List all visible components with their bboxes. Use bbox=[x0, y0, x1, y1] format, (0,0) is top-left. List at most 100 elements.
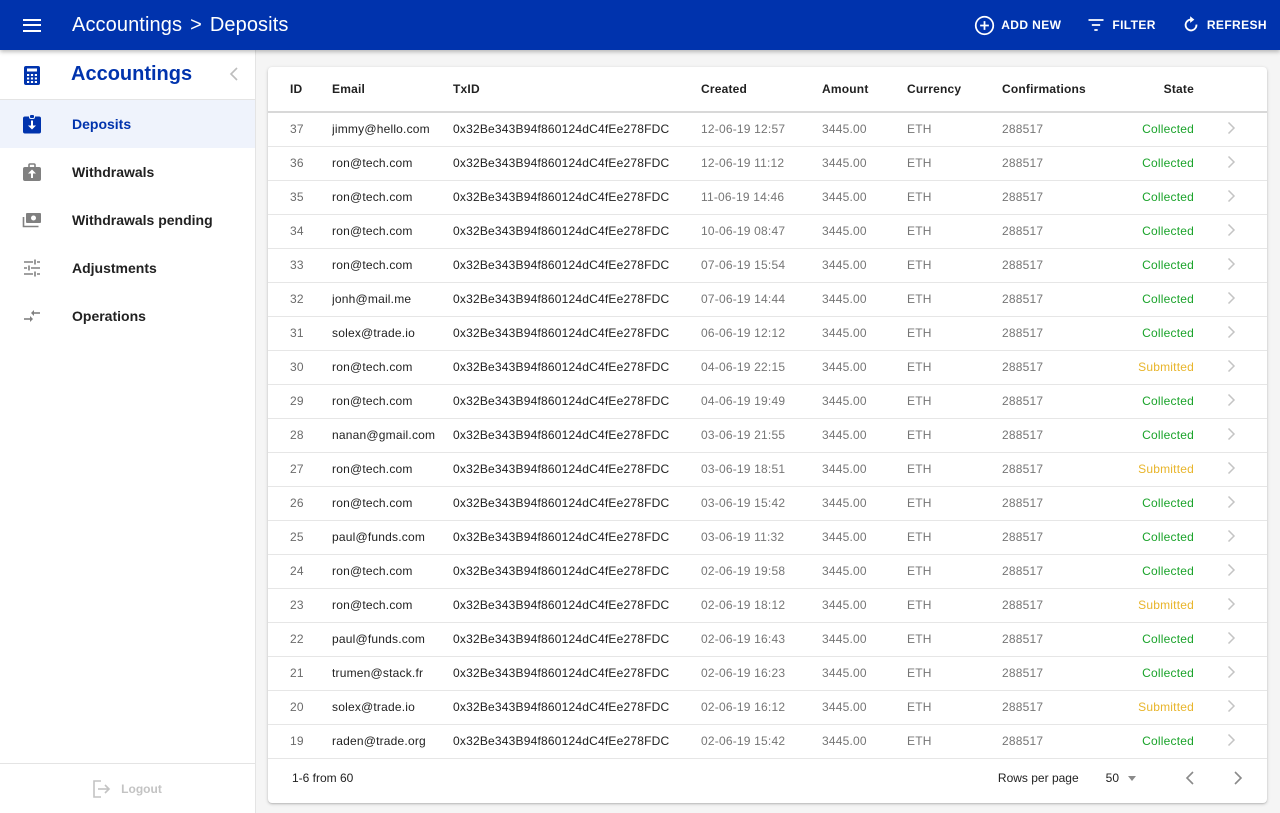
cell-confirmations: 288517 bbox=[1002, 452, 1102, 487]
refresh-button[interactable]: REFRESH bbox=[1181, 14, 1267, 36]
filter-button[interactable]: FILTER bbox=[1086, 15, 1156, 35]
table-row[interactable]: 33 ron@tech.com 0x32Be343B94f860124dC4fEe2… bbox=[268, 248, 1267, 283]
breadcrumb-accountings[interactable]: Accountings bbox=[72, 14, 182, 37]
cell-id: 36 bbox=[268, 146, 332, 181]
cell-confirmations: 288517 bbox=[1002, 316, 1102, 351]
cell-txid: 0x32Be343B94f860124dC4fEe278FDC bbox=[453, 316, 701, 351]
sidebar-item-operations[interactable]: Operations bbox=[0, 292, 255, 340]
table-row[interactable]: 22 paul@funds.com 0x32Be343B94f860124dC4fE… bbox=[268, 622, 1267, 657]
column-header-currency[interactable]: Currency bbox=[907, 67, 1002, 113]
row-open-button[interactable] bbox=[1194, 418, 1267, 453]
cell-created: 02-06-19 19:58 bbox=[701, 554, 822, 589]
table-row[interactable]: 28 nanan@gmail.com 0x32Be343B94f860124dC4f… bbox=[268, 418, 1267, 453]
sidebar-item-adjustments[interactable]: Adjustments bbox=[0, 244, 255, 292]
column-header-actions bbox=[1194, 67, 1267, 113]
table-row[interactable]: 32 jonh@mail.me 0x32Be343B94f860124dC4fEe2… bbox=[268, 282, 1267, 317]
table-row[interactable]: 35 ron@tech.com 0x32Be343B94f860124dC4fEe2… bbox=[268, 180, 1267, 215]
breadcrumb-deposits: Deposits bbox=[209, 13, 289, 36]
table-row[interactable]: 29 ron@tech.com 0x32Be343B94f860124dC4fEe2… bbox=[268, 384, 1267, 419]
column-header-id[interactable]: ID bbox=[268, 67, 332, 113]
column-header-created[interactable]: Created bbox=[701, 67, 822, 113]
cell-id: 24 bbox=[268, 554, 332, 589]
cell-amount: 3445.00 bbox=[822, 520, 907, 555]
table-row[interactable]: 25 paul@funds.com 0x32Be343B94f860124dC4fE… bbox=[268, 520, 1267, 555]
cell-state: Submitted bbox=[1102, 690, 1194, 725]
table-row[interactable]: 27 ron@tech.com 0x32Be343B94f860124dC4fEe2… bbox=[268, 452, 1267, 487]
table-row[interactable]: 30 ron@tech.com 0x32Be343B94f860124dC4fEe2… bbox=[268, 350, 1267, 385]
table-row[interactable]: 24 ron@tech.com 0x32Be343B94f860124dC4fEe2… bbox=[268, 554, 1267, 589]
row-open-button[interactable] bbox=[1194, 214, 1267, 249]
cell-email: ron@tech.com bbox=[332, 486, 453, 521]
add-new-button[interactable]: ADD NEW bbox=[974, 15, 1061, 36]
cell-created: 12-06-19 11:12 bbox=[701, 146, 822, 181]
cell-created: 03-06-19 11:32 bbox=[701, 520, 822, 555]
cell-state: Collected bbox=[1102, 282, 1194, 317]
row-open-button[interactable] bbox=[1194, 520, 1267, 555]
cell-txid: 0x32Be343B94f860124dC4fEe278FDC bbox=[453, 350, 701, 385]
row-open-button[interactable] bbox=[1194, 588, 1267, 623]
filter-icon bbox=[1088, 19, 1104, 31]
refresh-icon bbox=[1184, 16, 1198, 32]
row-open-button[interactable] bbox=[1194, 146, 1267, 181]
chevron-right-icon bbox=[1227, 393, 1236, 406]
table-row[interactable]: 20 solex@trade.io 0x32Be343B94f860124dC4fE… bbox=[268, 690, 1267, 725]
column-header-confirmations[interactable]: Confirmations bbox=[1002, 67, 1102, 113]
sidebar-item-deposits[interactable]: Deposits bbox=[0, 100, 255, 148]
sidebar-item-withdrawals-pending[interactable]: Withdrawals pending bbox=[0, 196, 255, 244]
cell-amount: 3445.00 bbox=[822, 384, 907, 419]
table-row[interactable]: 36 ron@tech.com 0x32Be343B94f860124dC4fEe2… bbox=[268, 146, 1267, 181]
cell-confirmations: 288517 bbox=[1002, 622, 1102, 657]
row-open-button[interactable] bbox=[1194, 112, 1267, 147]
row-open-button[interactable] bbox=[1194, 282, 1267, 317]
sidebar-header: Accountings bbox=[0, 50, 255, 100]
chevron-left-icon[interactable] bbox=[228, 66, 240, 82]
row-open-button[interactable] bbox=[1194, 690, 1267, 725]
row-open-button[interactable] bbox=[1194, 554, 1267, 589]
chevron-right-icon bbox=[1227, 257, 1236, 270]
column-header-state[interactable]: State bbox=[1102, 67, 1194, 113]
row-open-button[interactable] bbox=[1194, 452, 1267, 487]
menu-button[interactable] bbox=[0, 0, 64, 50]
cell-state: Collected bbox=[1102, 384, 1194, 419]
next-page-button[interactable] bbox=[1226, 766, 1250, 790]
sidebar-item-withdrawals[interactable]: Withdrawals bbox=[0, 148, 255, 196]
table-row[interactable]: 26 ron@tech.com 0x32Be343B94f860124dC4fEe2… bbox=[268, 486, 1267, 521]
row-open-button[interactable] bbox=[1194, 316, 1267, 351]
row-open-button[interactable] bbox=[1194, 622, 1267, 657]
table-row[interactable]: 31 solex@trade.io 0x32Be343B94f860124dC4fE… bbox=[268, 316, 1267, 351]
cell-created: 02-06-19 16:12 bbox=[701, 690, 822, 725]
table-row[interactable]: 23 ron@tech.com 0x32Be343B94f860124dC4fEe2… bbox=[268, 588, 1267, 623]
row-open-button[interactable] bbox=[1194, 350, 1267, 385]
row-open-button[interactable] bbox=[1194, 384, 1267, 419]
column-header-amount[interactable]: Amount bbox=[822, 67, 907, 113]
cell-amount: 3445.00 bbox=[822, 588, 907, 623]
cell-currency: ETH bbox=[907, 554, 1002, 589]
chevron-left-icon bbox=[1185, 771, 1194, 785]
cell-txid: 0x32Be343B94f860124dC4fEe278FDC bbox=[453, 418, 701, 453]
row-open-button[interactable] bbox=[1194, 248, 1267, 283]
table-row[interactable]: 21 trumen@stack.fr 0x32Be343B94f860124dC4f… bbox=[268, 656, 1267, 691]
cell-txid: 0x32Be343B94f860124dC4fEe278FDC bbox=[453, 282, 701, 317]
table-row[interactable]: 34 ron@tech.com 0x32Be343B94f860124dC4fEe2… bbox=[268, 214, 1267, 249]
breadcrumb-separator: > bbox=[190, 13, 202, 36]
table-row[interactable]: 37 jimmy@hello.com 0x32Be343B94f860124dC4f… bbox=[268, 112, 1267, 147]
row-open-button[interactable] bbox=[1194, 180, 1267, 215]
cell-email: solex@trade.io bbox=[332, 690, 453, 725]
cell-currency: ETH bbox=[907, 690, 1002, 725]
column-header-txid[interactable]: TxID bbox=[453, 67, 701, 113]
row-open-button[interactable] bbox=[1194, 656, 1267, 691]
previous-page-button[interactable] bbox=[1178, 766, 1202, 790]
deposits-card: ID Email TxID Created Amount Currency Co… bbox=[268, 67, 1267, 803]
cell-currency: ETH bbox=[907, 452, 1002, 487]
column-header-email[interactable]: Email bbox=[332, 67, 453, 113]
cell-confirmations: 288517 bbox=[1002, 690, 1102, 725]
logout-button[interactable]: Logout bbox=[0, 763, 255, 813]
cell-confirmations: 288517 bbox=[1002, 112, 1102, 147]
money-pending-icon bbox=[22, 213, 41, 228]
table-body: 37 jimmy@hello.com 0x32Be343B94f860124dC4f… bbox=[268, 112, 1267, 759]
row-open-button[interactable] bbox=[1194, 486, 1267, 521]
app-bar: Accountings > Deposits ADD NEW FILTER RE… bbox=[0, 0, 1280, 50]
cell-txid: 0x32Be343B94f860124dC4fEe278FDC bbox=[453, 452, 701, 487]
rows-per-page-select[interactable]: 50 bbox=[1106, 771, 1136, 785]
cell-txid: 0x32Be343B94f860124dC4fEe278FDC bbox=[453, 486, 701, 521]
